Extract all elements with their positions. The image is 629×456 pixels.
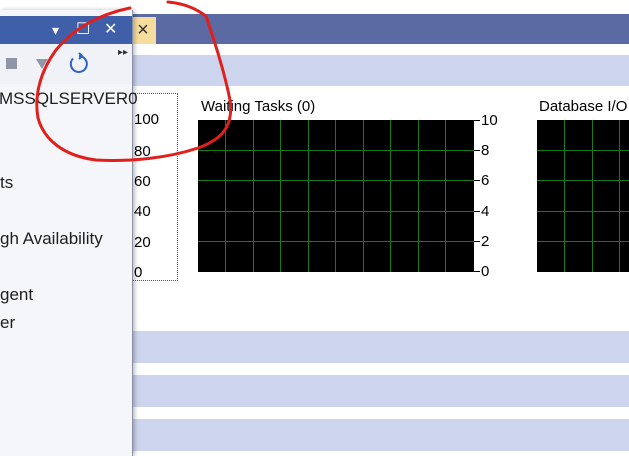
red-annotation-circle — [35, 0, 233, 162]
